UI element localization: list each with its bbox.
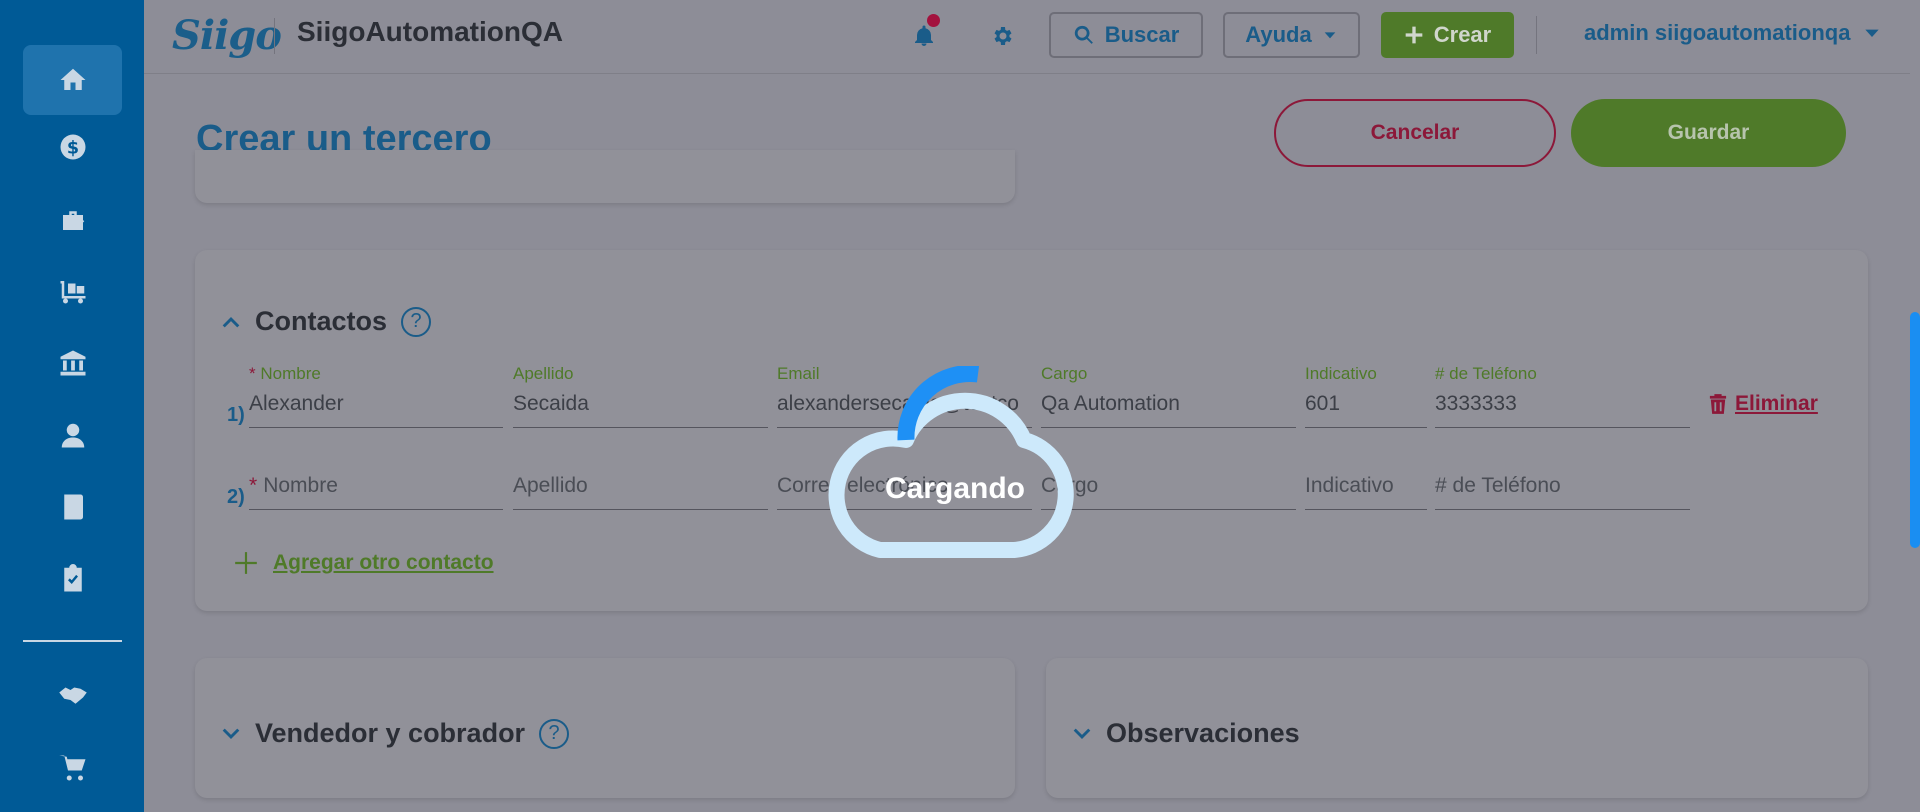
chevron-up-icon xyxy=(222,316,240,327)
handshake-icon xyxy=(58,687,87,704)
sidebar-item-inventory[interactable] xyxy=(23,256,122,326)
contact-telefono-field[interactable]: # de Teléfono xyxy=(1435,470,1690,510)
user-name: admin siigoautomationqa xyxy=(1584,20,1851,45)
clipboard-check-icon xyxy=(63,564,82,592)
help-icon[interactable]: ? xyxy=(539,718,570,749)
loading-indicator: Cargando xyxy=(810,366,1100,566)
settings-button[interactable] xyxy=(984,18,1020,54)
top-bar: Siigo SiigoAutomationQA Buscar Ayuda Cre… xyxy=(144,0,1910,74)
plus-icon xyxy=(235,552,257,574)
observaciones-header[interactable]: Observaciones xyxy=(1072,718,1300,749)
company-name: SiigoAutomationQA xyxy=(297,16,563,47)
required-mark: * xyxy=(249,474,258,497)
logo-divider xyxy=(274,18,275,54)
delete-contact-label: Eliminar xyxy=(1735,392,1818,415)
sidebar-item-sales[interactable] xyxy=(23,185,122,255)
observaciones-card: Observaciones xyxy=(1046,658,1868,798)
caret-down-icon xyxy=(1324,32,1336,39)
siigo-logo[interactable]: Siigo xyxy=(172,12,282,59)
contact-apellido-field[interactable]: Secaida xyxy=(513,388,768,428)
contact-nombre-placeholder: Nombre xyxy=(263,474,338,497)
contact-nombre-field[interactable]: Alexander xyxy=(249,388,503,428)
contact-indicativo-field[interactable]: 601 xyxy=(1305,388,1427,428)
sidebar-item-bank[interactable] xyxy=(23,328,122,398)
plus-icon xyxy=(1405,26,1423,44)
sidebar-item-finance[interactable]: $ xyxy=(23,112,122,182)
sidebar-item-home[interactable] xyxy=(23,45,122,115)
vendedor-header[interactable]: Vendedor y cobrador ? xyxy=(221,718,570,749)
bank-icon xyxy=(60,350,85,376)
scrollbar-thumb[interactable] xyxy=(1910,312,1920,548)
indicativo-label: Indicativo xyxy=(1305,364,1377,383)
sidebar-divider xyxy=(23,640,122,642)
search-icon xyxy=(1074,25,1093,44)
chevron-down-icon xyxy=(222,728,240,739)
dollar-icon: $ xyxy=(60,134,85,160)
contact-telefono-field[interactable]: 3333333 xyxy=(1435,388,1690,428)
search-button[interactable]: Buscar xyxy=(1049,12,1203,58)
help-dropdown[interactable]: Ayuda xyxy=(1223,12,1360,58)
user-menu[interactable]: admin siigoautomationqa xyxy=(1584,20,1880,46)
observaciones-title: Observaciones xyxy=(1106,718,1300,748)
book-icon xyxy=(63,494,83,520)
sidebar-item-employees[interactable] xyxy=(23,400,122,470)
svg-text:$: $ xyxy=(66,138,78,158)
shopping-bag-icon xyxy=(62,211,84,230)
required-mark: * xyxy=(249,364,256,383)
chevron-down-icon xyxy=(1073,728,1091,739)
contacts-title: Contactos xyxy=(255,306,388,336)
cart-dolly-icon xyxy=(60,281,85,304)
vendedor-card: Vendedor y cobrador ? xyxy=(195,658,1015,798)
topbar-divider xyxy=(1536,16,1537,54)
bell-icon xyxy=(915,25,933,46)
contacts-header[interactable]: Contactos ? xyxy=(221,306,432,337)
apellido-label: Apellido xyxy=(513,364,574,383)
nombre-label-text: Nombre xyxy=(260,364,321,383)
search-button-label: Buscar xyxy=(1104,22,1180,47)
home-icon xyxy=(60,68,85,90)
add-contact-link[interactable]: Agregar otro contacto xyxy=(233,550,494,576)
create-button[interactable]: Crear xyxy=(1381,12,1514,58)
contact-apellido-field[interactable]: Apellido xyxy=(513,470,768,510)
notification-badge xyxy=(927,14,940,27)
help-icon[interactable]: ? xyxy=(401,306,432,337)
sidebar: $ xyxy=(0,0,144,812)
save-button[interactable]: Guardar xyxy=(1571,99,1846,167)
contact-row-number: 2) xyxy=(227,486,245,508)
previous-section-card xyxy=(195,150,1015,203)
trash-icon xyxy=(1709,394,1727,414)
sidebar-item-accounting[interactable] xyxy=(23,472,122,542)
loading-text: Cargando xyxy=(884,472,1025,505)
notifications-button[interactable] xyxy=(906,14,942,54)
nombre-label: * Nombre xyxy=(249,364,321,384)
delete-contact-link[interactable]: Eliminar xyxy=(1709,392,1818,416)
contact-nombre-field[interactable]: * Nombre xyxy=(249,470,503,510)
add-contact-label: Agregar otro contacto xyxy=(273,551,494,574)
employee-icon xyxy=(61,423,84,448)
caret-down-icon xyxy=(1865,29,1880,37)
sidebar-item-store[interactable] xyxy=(23,733,122,803)
gear-icon xyxy=(994,27,1012,45)
shopping-cart-icon xyxy=(58,755,85,781)
cloud-spinner-icon xyxy=(828,366,1074,558)
cancel-button[interactable]: Cancelar xyxy=(1274,99,1556,167)
telefono-label: # de Teléfono xyxy=(1435,364,1537,383)
help-dropdown-label: Ayuda xyxy=(1245,22,1312,47)
contact-row-number: 1) xyxy=(227,404,245,426)
contact-indicativo-field[interactable]: Indicativo xyxy=(1305,470,1427,510)
sidebar-item-reports[interactable] xyxy=(23,544,122,614)
sidebar-item-partners[interactable] xyxy=(23,660,122,730)
create-button-label: Crear xyxy=(1433,22,1492,47)
vendedor-title: Vendedor y cobrador xyxy=(255,718,526,748)
